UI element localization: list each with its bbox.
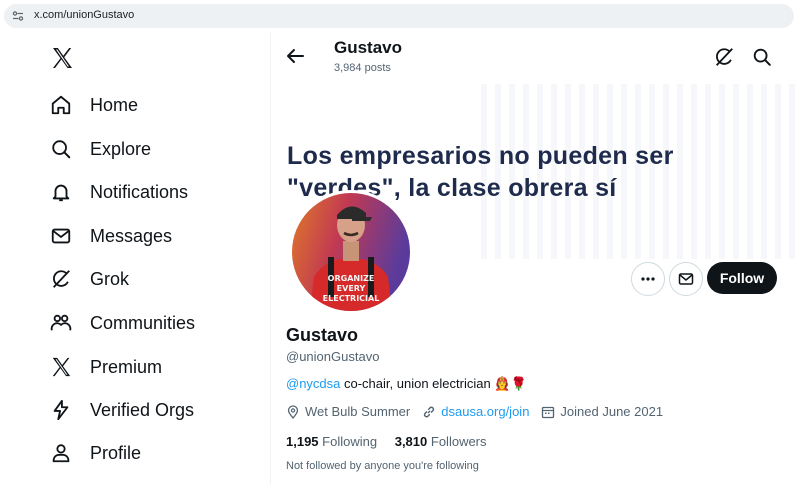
sidebar-item-label: Communities: [90, 312, 196, 333]
sidebar-item-messages[interactable]: Messages: [50, 220, 172, 252]
followers-label: Followers: [430, 434, 487, 449]
website-item: dsausa.org/join: [422, 404, 529, 419]
sidebar: Home Explore Notifications Messages Grok…: [0, 32, 270, 484]
sidebar-item-label: Explore: [90, 138, 152, 159]
site-settings-icon[interactable]: [12, 10, 24, 22]
search-icon[interactable]: [751, 46, 773, 68]
location-pin-icon: [287, 404, 299, 419]
bell-icon: [52, 184, 70, 202]
browser-address-bar: x.com/unionGustavo: [0, 0, 800, 32]
shirt-text-2: EVERY: [337, 284, 366, 293]
sidebar-item-label: Profile: [90, 442, 142, 463]
following-count: 1,195: [286, 434, 319, 449]
bio-mention-link[interactable]: @nycdsa: [286, 376, 340, 391]
post-count: 3,984 posts: [334, 62, 391, 74]
sidebar-item-explore[interactable]: Explore: [50, 133, 151, 165]
sidebar-item-communities[interactable]: Communities: [50, 307, 195, 339]
follow-stats: 1,195 Following 3,810 Followers: [286, 434, 501, 449]
home-icon: [51, 95, 71, 115]
calendar-icon: [542, 406, 555, 418]
sidebar-item-label: Grok: [90, 268, 130, 289]
banner-text-line-1: Los empresarios no pueden ser: [287, 142, 674, 170]
mail-icon: [678, 273, 694, 285]
sidebar-item-premium[interactable]: Premium: [50, 351, 162, 383]
followed-by-note: Not followed by anyone you're following: [286, 460, 479, 472]
following-label: Following: [322, 434, 378, 449]
bio-text: co-chair, union electrician 👩‍🚒🌹: [340, 376, 527, 391]
url-text: x.com/unionGustavo: [34, 9, 135, 21]
more-options-button[interactable]: [631, 262, 665, 296]
x-logo-icon: [52, 357, 71, 377]
grok-icon[interactable]: [713, 46, 735, 68]
joined-item: Joined June 2021: [541, 404, 663, 419]
website-link[interactable]: dsausa.org/join: [441, 404, 529, 419]
search-icon: [52, 140, 71, 159]
follow-button[interactable]: Follow: [707, 262, 777, 294]
avatar[interactable]: ORGANIZE EVERY ELECTRICIAL: [289, 190, 413, 314]
sidebar-item-grok[interactable]: Grok: [50, 263, 129, 295]
shirt-text-1: ORGANIZE: [328, 274, 375, 283]
followers-count: 3,810: [394, 434, 428, 449]
sidebar-item-label: Verified Orgs: [90, 399, 195, 420]
message-button[interactable]: [669, 262, 703, 296]
sidebar-item-label: Home: [90, 94, 139, 115]
sidebar-item-label: Notifications: [90, 181, 189, 202]
back-arrow-icon[interactable]: [283, 44, 307, 68]
header-name: Gustavo: [334, 38, 403, 57]
joined-text: Joined June 2021: [560, 404, 664, 419]
grok-icon: [53, 270, 70, 288]
profile-handle: @unionGustavo: [286, 349, 380, 364]
people-icon: [50, 314, 72, 331]
banner-texture: [481, 84, 800, 259]
profile-meta: Wet Bulb Summer dsausa.org/join Joined J…: [286, 404, 675, 419]
following-stat[interactable]: 1,195 Following: [286, 434, 377, 449]
person-icon: [52, 444, 70, 463]
sidebar-item-label: Messages: [90, 225, 173, 246]
shirt-text-3: ELECTRICIAL: [323, 294, 380, 303]
location-text: Wet Bulb Summer: [305, 404, 411, 419]
sidebar-item-notifications[interactable]: Notifications: [50, 176, 188, 208]
sidebar-item-verified-orgs[interactable]: Verified Orgs: [50, 394, 194, 426]
avatar-photo: ORGANIZE EVERY ELECTRICIAL: [292, 193, 410, 311]
url-field[interactable]: x.com/unionGustavo: [4, 4, 794, 28]
sidebar-item-profile[interactable]: Profile: [50, 437, 141, 469]
sidebar-item-home[interactable]: Home: [50, 89, 138, 121]
followers-stat[interactable]: 3,810 Followers: [395, 434, 487, 449]
lightning-icon: [53, 399, 69, 421]
sidebar-item-label: Premium: [90, 356, 163, 377]
x-logo-icon[interactable]: [50, 46, 74, 70]
location-item: Wet Bulb Summer: [286, 404, 410, 419]
profile-header-bar: Gustavo 3,984 posts: [271, 32, 800, 84]
profile-column: Gustavo 3,984 posts Los empresarios no p…: [271, 32, 800, 484]
more-dots-icon: [641, 277, 655, 281]
link-icon: [424, 406, 435, 417]
mail-icon: [51, 228, 71, 244]
profile-name: Gustavo: [286, 325, 359, 345]
profile-bio: @nycdsa co-chair, union electrician 👩‍🚒🌹: [286, 376, 527, 392]
